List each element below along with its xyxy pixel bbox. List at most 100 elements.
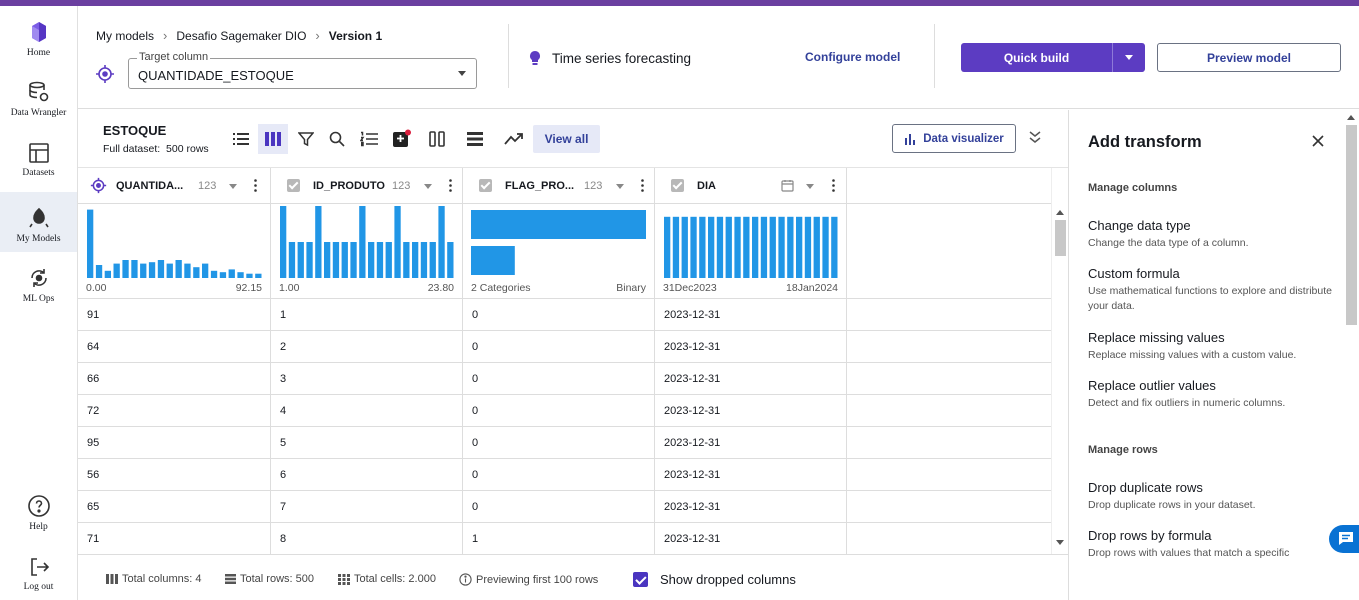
- total-rows-label: Total rows: 500: [240, 573, 314, 585]
- panel-scrollbar[interactable]: [1343, 110, 1359, 554]
- histogram-bar: [359, 206, 366, 278]
- nav-help-label: Help: [29, 522, 48, 532]
- cells-icon: [338, 573, 350, 585]
- show-dropped-columns[interactable]: Show dropped columns: [633, 572, 796, 587]
- table-cell: 4: [271, 395, 463, 427]
- data-visualizer-button[interactable]: Data visualizer: [892, 124, 1016, 153]
- view-all-button[interactable]: View all: [533, 125, 600, 153]
- table-cell: 2023-12-31: [655, 427, 847, 459]
- histogram-bar: [813, 216, 820, 278]
- column-header[interactable]: DIA: [655, 168, 847, 204]
- histogram-bar: [148, 262, 156, 278]
- search-icon: [329, 131, 345, 147]
- section-heading: Manage rows: [1088, 444, 1158, 456]
- chevron-down-icon[interactable]: [424, 184, 432, 189]
- column-header[interactable]: ID_PRODUTO 123: [271, 168, 463, 204]
- column-header[interactable]: FLAG_PRO... 123: [463, 168, 655, 204]
- breadcrumb-my-models[interactable]: My models: [96, 29, 154, 43]
- nav-ml-ops[interactable]: ML Ops: [0, 252, 77, 312]
- scrollbar-thumb[interactable]: [1346, 125, 1357, 325]
- split-columns-button[interactable]: [422, 124, 452, 154]
- filter-button[interactable]: [291, 124, 321, 154]
- preview-model-button[interactable]: Preview model: [1157, 43, 1341, 72]
- more-options-icon[interactable]: [254, 179, 257, 192]
- histogram-bar: [752, 216, 759, 278]
- collapse-chevrons-icon[interactable]: [1028, 130, 1042, 144]
- problem-type-label: Time series forecasting: [552, 50, 692, 66]
- more-options-icon[interactable]: [641, 179, 644, 192]
- table-cell: 2023-12-31: [655, 363, 847, 395]
- grid-scrollbar[interactable]: [1051, 168, 1068, 554]
- histogram-bar: [332, 242, 340, 278]
- column-checkbox[interactable]: [479, 179, 492, 192]
- scroll-up-icon[interactable]: [1056, 209, 1064, 215]
- page-header: My models › Desafio Sagemaker DIO › Vers…: [78, 6, 1359, 109]
- nav-data-wrangler[interactable]: Data Wrangler: [0, 66, 77, 126]
- histogram-min: 1.00: [279, 282, 300, 294]
- more-options-icon[interactable]: [449, 179, 452, 192]
- quick-build-dropdown-button[interactable]: [1112, 43, 1145, 72]
- nav-my-models[interactable]: My Models: [0, 192, 77, 252]
- more-options-icon[interactable]: [832, 179, 835, 192]
- transform-replace-outlier[interactable]: Replace outlier values Detect and fix ou…: [1088, 378, 1338, 411]
- chevron-down-icon[interactable]: [806, 184, 814, 189]
- search-button[interactable]: [322, 124, 352, 154]
- grid-view-button[interactable]: [258, 124, 288, 154]
- lightbulb-icon: [530, 51, 540, 65]
- feedback-chat-button[interactable]: [1329, 525, 1359, 553]
- scrollbar-thumb[interactable]: [1055, 220, 1066, 256]
- nav-home[interactable]: Home: [0, 6, 77, 66]
- histogram-bar: [210, 270, 218, 278]
- nav-help[interactable]: Help: [0, 480, 77, 540]
- histogram-bar: [131, 260, 138, 278]
- histogram-bar: [228, 269, 235, 278]
- chevron-down-icon[interactable]: [616, 184, 624, 189]
- scroll-up-icon[interactable]: [1347, 114, 1355, 120]
- transform-drop-by-formula[interactable]: Drop rows by formula Drop rows with valu…: [1088, 528, 1338, 561]
- column-type: 123: [198, 180, 217, 192]
- show-dropped-checkbox[interactable]: [633, 572, 648, 587]
- quick-build-button[interactable]: Quick build: [961, 43, 1112, 72]
- breadcrumb-model[interactable]: Desafio Sagemaker DIO: [176, 29, 306, 43]
- trend-button[interactable]: [499, 124, 529, 154]
- transform-title: Custom formula: [1088, 266, 1180, 281]
- numbered-list-button[interactable]: [354, 124, 384, 154]
- histogram-bar: [690, 216, 697, 278]
- list-view-button[interactable]: [226, 124, 256, 154]
- target-icon: [90, 177, 107, 194]
- target-icon: [96, 65, 114, 83]
- transform-description: Replace missing values with a custom val…: [1088, 349, 1297, 361]
- column-checkbox[interactable]: [671, 179, 684, 192]
- ml-ops-icon: [30, 269, 47, 287]
- transform-description: Use mathematical functions to explore an…: [1088, 285, 1332, 312]
- table-cell: 56: [78, 459, 271, 491]
- transform-description: Drop duplicate rows in your dataset.: [1088, 499, 1256, 511]
- nav-datasets[interactable]: Datasets: [0, 126, 77, 186]
- table-cell-empty: [847, 491, 1051, 523]
- table-cell-empty: [847, 523, 1051, 554]
- transform-change-data-type[interactable]: Change data type Change the data type of…: [1088, 218, 1338, 251]
- transform-drop-duplicates[interactable]: Drop duplicate rows Drop duplicate rows …: [1088, 480, 1338, 513]
- histogram-bar: [787, 216, 794, 278]
- histogram-bar: [769, 216, 776, 278]
- rows-icon: [225, 574, 236, 584]
- chevron-down-icon[interactable]: [229, 184, 237, 189]
- histogram-bar: [202, 263, 209, 278]
- rows-button[interactable]: [460, 124, 490, 154]
- transform-custom-formula[interactable]: Custom formula Use mathematical function…: [1088, 266, 1338, 314]
- table-cell: 0: [463, 459, 655, 491]
- column-header[interactable]: QUANTIDA... 123: [78, 168, 271, 204]
- column-checkbox[interactable]: [287, 179, 300, 192]
- scroll-down-icon[interactable]: [1056, 540, 1064, 546]
- configure-model-button[interactable]: Configure model: [805, 50, 900, 64]
- histogram-bar: [725, 216, 732, 278]
- transform-replace-missing[interactable]: Replace missing values Replace missing v…: [1088, 330, 1338, 363]
- histogram-bar: [664, 216, 671, 278]
- data-grid: QUANTIDA... 123 ID_PRODUTO 123 FLAG_PRO.…: [78, 168, 1051, 554]
- insights-button[interactable]: [387, 124, 417, 154]
- target-column-select[interactable]: Target column QUANTIDADE_ESTOQUE: [128, 51, 477, 89]
- table-cell: 0: [463, 363, 655, 395]
- histogram-bar: [743, 216, 750, 278]
- close-icon[interactable]: [1312, 135, 1324, 147]
- nav-logout[interactable]: Log out: [0, 540, 77, 600]
